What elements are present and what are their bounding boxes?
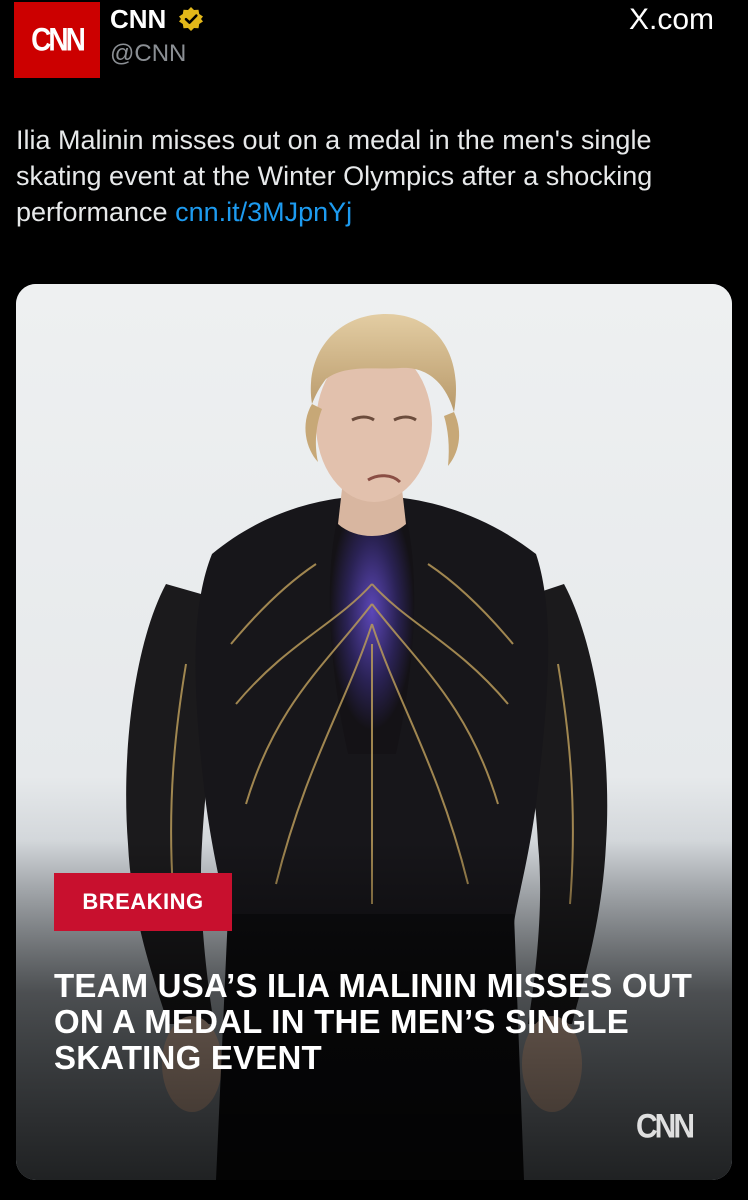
tweet-post: CNN CNN @CNN X.com Ilia Malinin misses o… <box>0 0 748 1200</box>
avatar[interactable]: CNN <box>14 2 100 78</box>
verified-badge-icon <box>179 7 203 31</box>
source-label: X.com <box>628 3 714 36</box>
cnn-watermark-logo: CNN <box>636 1107 695 1146</box>
media-headline: TEAM USA’S ILIA MALININ MISSES OUT ON A … <box>54 967 693 1076</box>
breaking-badge: BREAKING <box>54 873 232 931</box>
author-handle[interactable]: @CNN <box>110 40 186 68</box>
author-display-name[interactable]: CNN <box>110 4 166 34</box>
tweet-text: Ilia Malinin misses out on a medal in th… <box>16 122 736 230</box>
avatar-logo-text: CNN <box>31 21 86 58</box>
tweet-link[interactable]: cnn.it/3MJpnYj <box>175 197 352 227</box>
media-card[interactable]: BREAKING TEAM USA’S ILIA MALININ MISSES … <box>16 284 732 1180</box>
